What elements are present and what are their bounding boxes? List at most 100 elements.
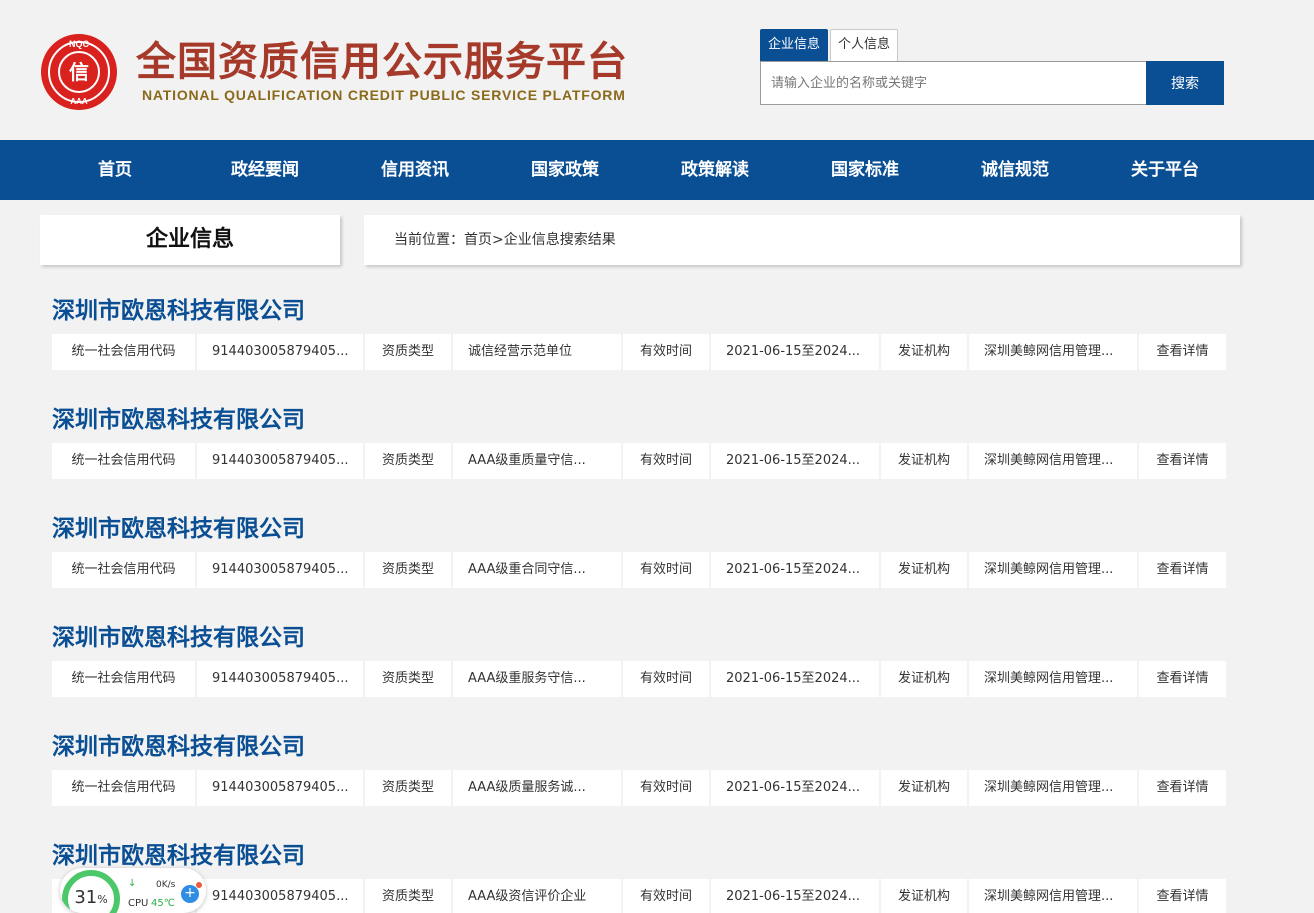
cpu-temperature: 45℃ xyxy=(151,898,175,909)
company-name-link[interactable]: 深圳市欧恩科技有限公司 xyxy=(52,732,305,762)
qualification-type-value: AAA级重质量守信... xyxy=(453,443,621,479)
qualification-type-label: 资质类型 xyxy=(365,770,451,806)
breadcrumb-current: 企业信息搜索结果 xyxy=(503,232,616,248)
qualification-type-value: 诚信经营示范单位 xyxy=(453,334,621,370)
network-speed: 0K/s xyxy=(156,880,176,890)
issuer-label: 发证机构 xyxy=(881,770,967,806)
credit-code-value: 914403005879405... xyxy=(197,661,363,697)
issuer-value: 深圳美鲸网信用管理... xyxy=(969,552,1137,588)
nav-item-policy-interpretation[interactable]: 政策解读 xyxy=(640,140,790,200)
credit-code-label: 统一社会信用代码 xyxy=(52,770,195,806)
notification-dot xyxy=(196,882,202,888)
result-info-row: 统一社会信用代码 914403005879405... 资质类型 诚信经营示范单位 有效… xyxy=(52,334,1226,370)
credit-code-label: 统一社会信用代码 xyxy=(52,552,195,588)
result-info-row: 统一社会信用代码 914403005879405... 资质类型 AAA级重合同守信.… xyxy=(52,552,1226,588)
valid-time-value: 2021-06-15至2024... xyxy=(711,334,879,370)
nav-item-national-policy[interactable]: 国家政策 xyxy=(490,140,640,200)
view-details-link[interactable]: 查看详情 xyxy=(1139,770,1226,806)
breadcrumb-prefix: 当前位置： xyxy=(394,232,464,248)
nav-item-home[interactable]: 首页 xyxy=(40,140,190,200)
result-info-row: 统一社会信用代码 914403005879405... 资质类型 AAA级质量服务诚.… xyxy=(52,770,1226,806)
qualification-type-value: AAA级质量服务诚... xyxy=(453,770,621,806)
issuer-label: 发证机构 xyxy=(881,552,967,588)
qualification-type-label: 资质类型 xyxy=(365,443,451,479)
main-nav: 首页 政经要闻 信用资讯 国家政策 政策解读 国家标准 诚信规范 关于平台 xyxy=(0,140,1314,200)
valid-time-label: 有效时间 xyxy=(623,334,709,370)
issuer-value: 深圳美鲸网信用管理... xyxy=(969,879,1137,913)
view-details-link[interactable]: 查看详情 xyxy=(1139,661,1226,697)
credit-code-value: 914403005879405... xyxy=(197,334,363,370)
qualification-type-label: 资质类型 xyxy=(365,334,451,370)
nav-item-about[interactable]: 关于平台 xyxy=(1090,140,1240,200)
valid-time-label: 有效时间 xyxy=(623,661,709,697)
site-header: NQC 信 AAA 全国资质信用公示服务平台 NATIONAL QUALIFIC… xyxy=(0,0,1314,140)
issuer-label: 发证机构 xyxy=(881,334,967,370)
credit-code-value: 914403005879405... xyxy=(197,443,363,479)
download-arrow-icon: ↓ xyxy=(128,878,137,889)
result-info-row: 统一社会信用代码914403005879405...资质类型AAA级资信评价企业… xyxy=(52,879,1226,913)
qualification-type-label: 资质类型 xyxy=(365,879,451,913)
view-details-link[interactable]: 查看详情 xyxy=(1139,443,1226,479)
company-name-link[interactable]: 深圳市欧恩科技有限公司 xyxy=(52,296,305,326)
issuer-label: 发证机构 xyxy=(881,661,967,697)
valid-time-value: 2021-06-15至2024... xyxy=(711,879,879,913)
qualification-type-value: AAA级重合同守信... xyxy=(453,552,621,588)
qualification-type-value: AAA级重服务守信... xyxy=(453,661,621,697)
result-info-row: 统一社会信用代码 914403005879405... 资质类型 AAA级重质量守信.… xyxy=(52,443,1226,479)
credit-code-value: 914403005879405... xyxy=(197,879,363,913)
site-title: 全国资质信用公示服务平台 xyxy=(136,39,628,85)
issuer-value: 深圳美鲸网信用管理... xyxy=(969,770,1137,806)
valid-time-label: 有效时间 xyxy=(623,552,709,588)
nav-item-political-news[interactable]: 政经要闻 xyxy=(190,140,340,200)
nav-item-integrity-norms[interactable]: 诚信规范 xyxy=(940,140,1090,200)
breadcrumb: 当前位置：首页>企业信息搜索结果 xyxy=(364,215,1240,265)
valid-time-value: 2021-06-15至2024... xyxy=(711,770,879,806)
search-tabs: 企业信息 个人信息 xyxy=(760,29,900,61)
tab-personal-info[interactable]: 个人信息 xyxy=(830,29,899,61)
valid-time-value: 2021-06-15至2024... xyxy=(711,443,879,479)
company-name-link[interactable]: 深圳市欧恩科技有限公司 xyxy=(52,405,305,435)
company-name-link[interactable]: 深圳市欧恩科技有限公司 xyxy=(52,623,305,653)
valid-time-value: 2021-06-15至2024... xyxy=(711,661,879,697)
credit-code-label: 统一社会信用代码 xyxy=(52,443,195,479)
qualification-type-label: 资质类型 xyxy=(365,661,451,697)
view-details-link[interactable]: 查看详情 xyxy=(1139,879,1226,913)
cpu-usage-ring: 31% xyxy=(62,870,120,913)
issuer-label: 发证机构 xyxy=(881,443,967,479)
credit-code-value: 914403005879405... xyxy=(197,770,363,806)
logo-text-bottom: AAA xyxy=(70,97,88,106)
qualification-type-label: 资质类型 xyxy=(365,552,451,588)
search-box: 搜索 xyxy=(760,61,1224,105)
widget-plus-button[interactable]: + xyxy=(181,885,199,903)
search-input[interactable] xyxy=(760,61,1146,105)
system-monitor-widget[interactable]: 31% ↓ 0K/s CPU 45℃ + xyxy=(60,868,206,913)
company-name-link[interactable]: 深圳市欧恩科技有限公司 xyxy=(52,514,305,544)
logo-text-top: NQC xyxy=(69,39,90,49)
view-details-link[interactable]: 查看详情 xyxy=(1139,334,1226,370)
valid-time-label: 有效时间 xyxy=(623,879,709,913)
view-details-link[interactable]: 查看详情 xyxy=(1139,552,1226,588)
company-name-link[interactable]: 深圳市欧恩科技有限公司 xyxy=(52,841,305,871)
valid-time-value: 2021-06-15至2024... xyxy=(711,552,879,588)
nqc-logo[interactable]: NQC 信 AAA xyxy=(40,33,118,111)
qualification-type-value: AAA级资信评价企业 xyxy=(453,879,621,913)
logo-character: 信 xyxy=(69,60,89,84)
nav-item-credit-news[interactable]: 信用资讯 xyxy=(340,140,490,200)
nav-item-national-standards[interactable]: 国家标准 xyxy=(790,140,940,200)
issuer-label: 发证机构 xyxy=(881,879,967,913)
issuer-value: 深圳美鲸网信用管理... xyxy=(969,443,1137,479)
cpu-usage-value: 31 xyxy=(74,887,98,908)
search-button[interactable]: 搜索 xyxy=(1146,61,1224,105)
credit-code-label: 统一社会信用代码 xyxy=(52,334,195,370)
site-subtitle: NATIONAL QUALIFICATION CREDIT PUBLIC SER… xyxy=(142,87,626,103)
credit-code-value: 914403005879405... xyxy=(197,552,363,588)
result-info-row: 统一社会信用代码 914403005879405... 资质类型 AAA级重服务守信.… xyxy=(52,661,1226,697)
issuer-value: 深圳美鲸网信用管理... xyxy=(969,661,1137,697)
breadcrumb-home-link[interactable]: 首页 xyxy=(464,215,492,265)
breadcrumb-separator: > xyxy=(492,232,504,248)
cpu-usage-percent-sign: % xyxy=(97,893,108,906)
tab-company-info[interactable]: 企业信息 xyxy=(760,29,829,61)
credit-code-label: 统一社会信用代码 xyxy=(52,661,195,697)
cpu-label: CPU xyxy=(128,898,149,909)
issuer-value: 深圳美鲸网信用管理... xyxy=(969,334,1137,370)
